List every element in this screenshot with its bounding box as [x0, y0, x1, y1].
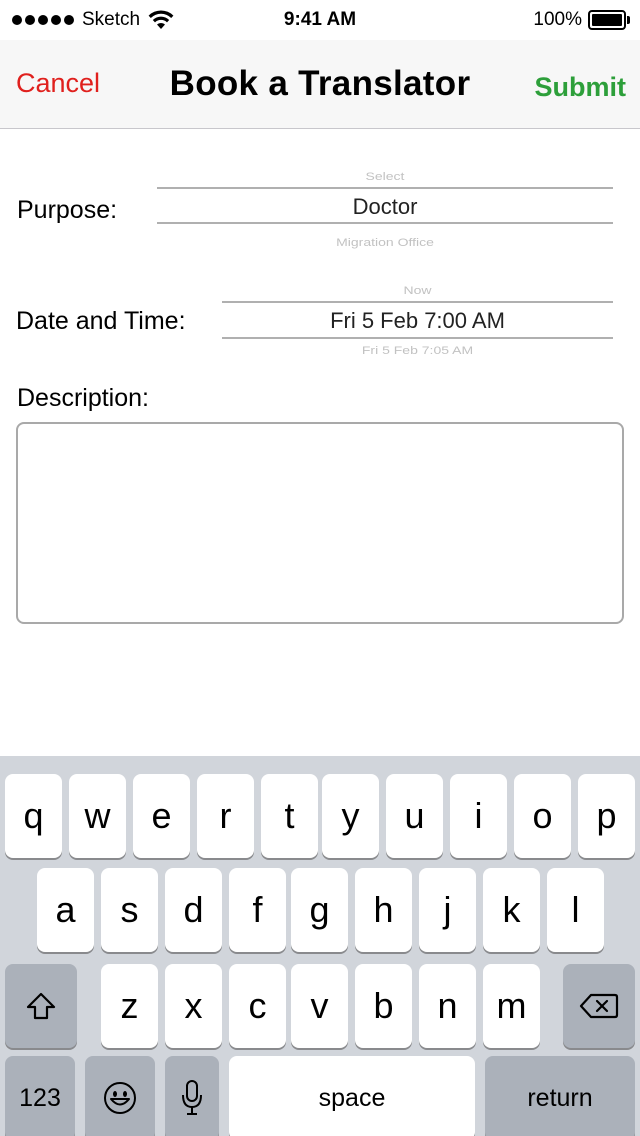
emoji-key[interactable] — [85, 1056, 155, 1136]
battery-icon — [588, 10, 630, 30]
keyboard: q w e r t y u i o p a s d f g h j k l z … — [0, 756, 640, 1136]
key-m[interactable]: m — [483, 964, 540, 1048]
picker-divider — [222, 301, 613, 303]
key-z[interactable]: z — [101, 964, 158, 1048]
key-q[interactable]: q — [5, 774, 62, 858]
key-p[interactable]: p — [578, 774, 635, 858]
battery-percentage: 100% — [533, 9, 582, 30]
key-u[interactable]: u — [386, 774, 443, 858]
key-l[interactable]: l — [547, 868, 604, 952]
key-i[interactable]: i — [450, 774, 507, 858]
purpose-label: Purpose: — [17, 196, 118, 224]
delete-icon — [579, 993, 619, 1019]
emoji-icon — [104, 1082, 136, 1114]
microphone-icon — [182, 1080, 202, 1115]
key-w[interactable]: w — [69, 774, 126, 858]
key-x[interactable]: x — [165, 964, 222, 1048]
key-o[interactable]: o — [514, 774, 571, 858]
numbers-key[interactable]: 123 — [5, 1056, 75, 1136]
submit-button[interactable]: Submit — [535, 72, 627, 103]
picker-divider — [222, 337, 613, 339]
picker-selected-option[interactable]: Doctor — [157, 194, 613, 220]
key-k[interactable]: k — [483, 868, 540, 952]
key-b[interactable]: b — [355, 964, 412, 1048]
picker-option-above[interactable]: Select — [157, 170, 613, 183]
key-f[interactable]: f — [229, 868, 286, 952]
picker-option-above[interactable]: Now — [222, 284, 613, 297]
dictation-key[interactable] — [165, 1056, 219, 1136]
navigation-bar: Cancel Book a Translator Submit — [0, 40, 640, 129]
key-g[interactable]: g — [291, 868, 348, 952]
key-d[interactable]: d — [165, 868, 222, 952]
purpose-picker[interactable]: Select Doctor Migration Office — [157, 166, 613, 250]
date-time-picker[interactable]: Now Fri 5 Feb 7:00 AM Fri 5 Feb 7:05 AM — [222, 280, 613, 354]
picker-divider — [157, 187, 613, 189]
key-e[interactable]: e — [133, 774, 190, 858]
key-s[interactable]: s — [101, 868, 158, 952]
picker-option-below[interactable]: Fri 5 Feb 7:05 AM — [222, 344, 613, 354]
key-c[interactable]: c — [229, 964, 286, 1048]
picker-selected-option[interactable]: Fri 5 Feb 7:00 AM — [222, 308, 613, 334]
key-n[interactable]: n — [419, 964, 476, 1048]
description-label: Description: — [17, 384, 149, 412]
key-y[interactable]: y — [322, 774, 379, 858]
key-h[interactable]: h — [355, 868, 412, 952]
shift-key[interactable] — [5, 964, 77, 1048]
delete-key[interactable] — [563, 964, 635, 1048]
return-key[interactable]: return — [485, 1056, 635, 1136]
space-key[interactable]: space — [229, 1056, 475, 1136]
key-a[interactable]: a — [37, 868, 94, 952]
status-bar: Sketch 9:41 AM 100% — [0, 0, 640, 40]
shift-icon — [26, 992, 56, 1020]
key-r[interactable]: r — [197, 774, 254, 858]
date-time-label: Date and Time: — [16, 307, 186, 335]
key-v[interactable]: v — [291, 964, 348, 1048]
key-t[interactable]: t — [261, 774, 318, 858]
picker-option-below[interactable]: Migration Office — [157, 236, 613, 249]
picker-divider — [157, 222, 613, 224]
key-j[interactable]: j — [419, 868, 476, 952]
description-textarea[interactable] — [16, 422, 624, 624]
